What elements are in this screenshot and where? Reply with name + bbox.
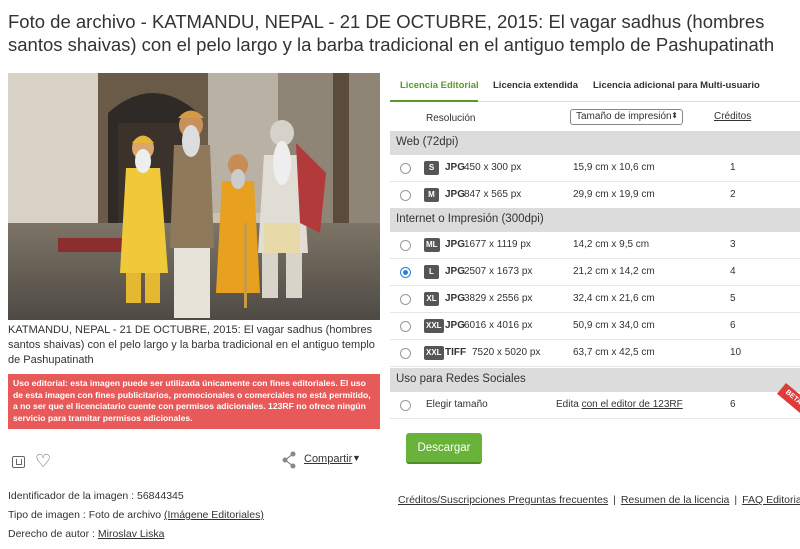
image-id-value: 56844345: [137, 490, 184, 502]
size-row[interactable]: XL JPG 3829 x 2556 px 32,4 cm x 21,6 cm …: [390, 286, 800, 313]
size-unit-value: Tamaño de impresión: [576, 111, 672, 122]
choose-size-label: Elegir tamaño: [426, 399, 488, 410]
select-arrows-icon: ⬍: [671, 111, 678, 120]
social-radio[interactable]: [400, 400, 411, 411]
editor-text: Edita con el editor de 123RF: [556, 399, 683, 410]
pixel-size: 6016 x 4016 px: [464, 320, 533, 331]
print-size: 29,9 cm x 19,9 cm: [573, 189, 655, 200]
tab-extended[interactable]: Licencia extendida: [493, 80, 578, 91]
print-size: 50,9 cm x 34,0 cm: [573, 320, 655, 331]
size-radio[interactable]: [400, 294, 411, 305]
tab-editorial[interactable]: Licencia Editorial: [400, 80, 479, 91]
chevron-down-icon[interactable]: ▼: [352, 453, 361, 463]
image-id-label: Identificador de la imagen :: [8, 490, 137, 502]
pixel-size: 2507 x 1673 px: [464, 266, 533, 277]
pixel-size: 7520 x 5020 px: [472, 347, 541, 358]
pixel-size: 3829 x 2556 px: [464, 293, 533, 304]
print-size: 32,4 cm x 21,6 cm: [573, 293, 655, 304]
separator: |: [613, 494, 616, 506]
lightbox-icon[interactable]: [12, 456, 25, 468]
credits-value: 1: [730, 162, 736, 173]
format-label: JPG: [445, 320, 466, 331]
faq-editorial-link[interactable]: FAQ Editorial: [742, 494, 800, 506]
stock-photo[interactable]: [8, 73, 380, 320]
section-web: Web (72dpi): [390, 131, 800, 155]
credits-value: 6: [730, 320, 736, 331]
author-label: Derecho de autor :: [8, 528, 98, 540]
size-badge: M: [424, 188, 439, 202]
editor-link[interactable]: con el editor de 123RF: [582, 399, 683, 410]
share-button[interactable]: Compartir: [304, 453, 352, 465]
section-print: Internet o Impresión (300dpi): [390, 208, 800, 232]
pixel-size: 450 x 300 px: [464, 162, 522, 173]
size-radio-selected[interactable]: [400, 267, 411, 278]
image-type-label: Tipo de imagen : Foto de archivo: [8, 509, 165, 521]
size-badge: L: [424, 265, 439, 279]
print-size: 14,2 cm x 9,5 cm: [573, 239, 650, 250]
photo-actions: ♡ Compartir ▼: [8, 449, 380, 473]
share-icon[interactable]: [281, 451, 297, 469]
print-size: 15,9 cm x 10,6 cm: [573, 162, 655, 173]
print-size: 21,2 cm x 14,2 cm: [573, 266, 655, 277]
social-size-row[interactable]: Elegir tamaño Edita con el editor de 123…: [390, 392, 800, 419]
size-row[interactable]: XXL TIFF 7520 x 5020 px 63,7 cm x 42,5 c…: [390, 340, 800, 367]
size-row-selected[interactable]: L JPG 2507 x 1673 px 21,2 cm x 14,2 cm 4: [390, 259, 800, 286]
license-summary-link[interactable]: Resumen de la licencia: [621, 494, 730, 506]
download-button[interactable]: Descargar: [406, 433, 482, 464]
credits-value: 3: [730, 239, 736, 250]
size-row[interactable]: M JPG 847 x 565 px 29,9 cm x 19,9 cm 2: [390, 182, 800, 209]
author-link[interactable]: Miroslav Liska: [98, 528, 165, 540]
size-radio[interactable]: [400, 190, 411, 201]
credits-value: 2: [730, 189, 736, 200]
size-radio[interactable]: [400, 321, 411, 332]
size-badge: S: [424, 161, 439, 175]
pixel-size: 1677 x 1119 px: [464, 239, 531, 250]
credits-value: 10: [730, 347, 742, 358]
active-tab-indicator: [390, 100, 478, 102]
image-type: Tipo de imagen : Foto de archivo (Imágen…: [8, 509, 264, 522]
credits-value: 5: [730, 293, 736, 304]
image-type-link[interactable]: (Imágene Editoriales): [164, 509, 264, 521]
footer-links: Créditos/Suscripciones Preguntas frecuen…: [398, 494, 800, 506]
size-row[interactable]: XXL JPG 6016 x 4016 px 50,9 cm x 34,0 cm…: [390, 313, 800, 340]
size-row[interactable]: S JPG 450 x 300 px 15,9 cm x 10,6 cm 1: [390, 155, 800, 182]
image-author: Derecho de autor : Miroslav Liska: [8, 528, 164, 541]
format-label: JPG: [445, 162, 466, 173]
faq-credits-link[interactable]: Créditos/Suscripciones Preguntas frecuen…: [398, 494, 608, 506]
format-label: JPG: [445, 293, 466, 304]
size-badge: XL: [424, 292, 439, 306]
size-radio[interactable]: [400, 240, 411, 251]
size-radio[interactable]: [400, 163, 411, 174]
print-size: 63,7 cm x 42,5 cm: [573, 347, 655, 358]
editor-prefix: Edita: [556, 399, 582, 410]
size-badge: ML: [424, 238, 440, 252]
size-unit-select[interactable]: Tamaño de impresión ⬍: [570, 109, 683, 125]
size-radio[interactable]: [400, 348, 411, 359]
image-id: Identificador de la imagen : 56844345: [8, 490, 184, 503]
tab-multi-user[interactable]: Licencia adicional para Multi-usuario: [593, 80, 760, 91]
credits-value: 4: [730, 266, 736, 277]
image-caption: KATMANDU, NEPAL - 21 DE OCTUBRE, 2015: E…: [8, 324, 375, 366]
resolution-label: Resolución: [426, 113, 476, 124]
heart-icon[interactable]: ♡: [35, 451, 51, 471]
size-badge: XXL: [424, 319, 444, 333]
pixel-size: 847 x 565 px: [464, 189, 522, 200]
credits-link[interactable]: Créditos: [714, 111, 751, 122]
format-label: JPG: [445, 266, 466, 277]
size-row[interactable]: ML JPG 1677 x 1119 px 14,2 cm x 9,5 cm 3: [390, 232, 800, 259]
editorial-notice: Uso editorial: esta imagen puede ser uti…: [8, 374, 380, 429]
license-tabs: Licencia Editorial Licencia extendida Li…: [390, 72, 800, 102]
size-table-header: Resolución Tamaño de impresión ⬍ Crédito…: [390, 107, 800, 129]
separator: |: [734, 494, 738, 506]
sadhus-photo-illustration: [8, 73, 380, 320]
section-social: Uso para Redes Sociales: [390, 368, 800, 392]
format-label: TIFF: [445, 347, 467, 358]
format-label: JPG: [445, 189, 466, 200]
page-title: Foto de archivo - KATMANDU, NEPAL - 21 D…: [8, 11, 775, 55]
size-badge: XXL: [424, 346, 444, 360]
format-label: JPG: [445, 239, 466, 250]
credits-value: 6: [730, 399, 736, 410]
